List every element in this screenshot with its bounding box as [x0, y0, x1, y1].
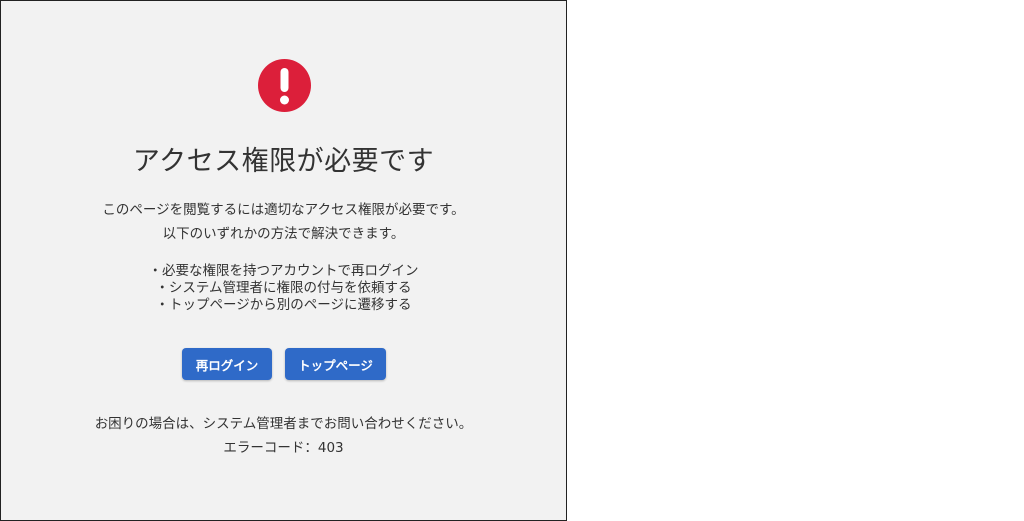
list-item: ・システム管理者に権限の付与を依頼する — [155, 280, 412, 296]
help-text: お困りの場合は、システム管理者までお問い合わせください。 — [94, 416, 473, 432]
description-line-1: このページを閲覧するには適切なアクセス権限が必要です。 — [102, 202, 465, 218]
relogin-button[interactable]: 再ログイン — [182, 348, 272, 380]
solution-list: ・必要な権限を持つアカウントで再ログイン ・システム管理者に権限の付与を依頼する… — [1, 263, 566, 314]
access-denied-panel: アクセス権限が必要です このページを閲覧するには適切なアクセス権限が必要です。 … — [0, 0, 567, 521]
description-line-2: 以下のいずれかの方法で解決できます。 — [162, 226, 405, 242]
exclamation-circle-icon — [258, 59, 311, 112]
page-title: アクセス権限が必要です — [132, 146, 435, 177]
error-code: エラーコード：403 — [223, 440, 344, 456]
top-page-button[interactable]: トップページ — [285, 348, 386, 380]
list-item: ・トップページから別のページに遷移する — [155, 297, 412, 313]
list-item: ・必要な権限を持つアカウントで再ログイン — [148, 263, 419, 279]
